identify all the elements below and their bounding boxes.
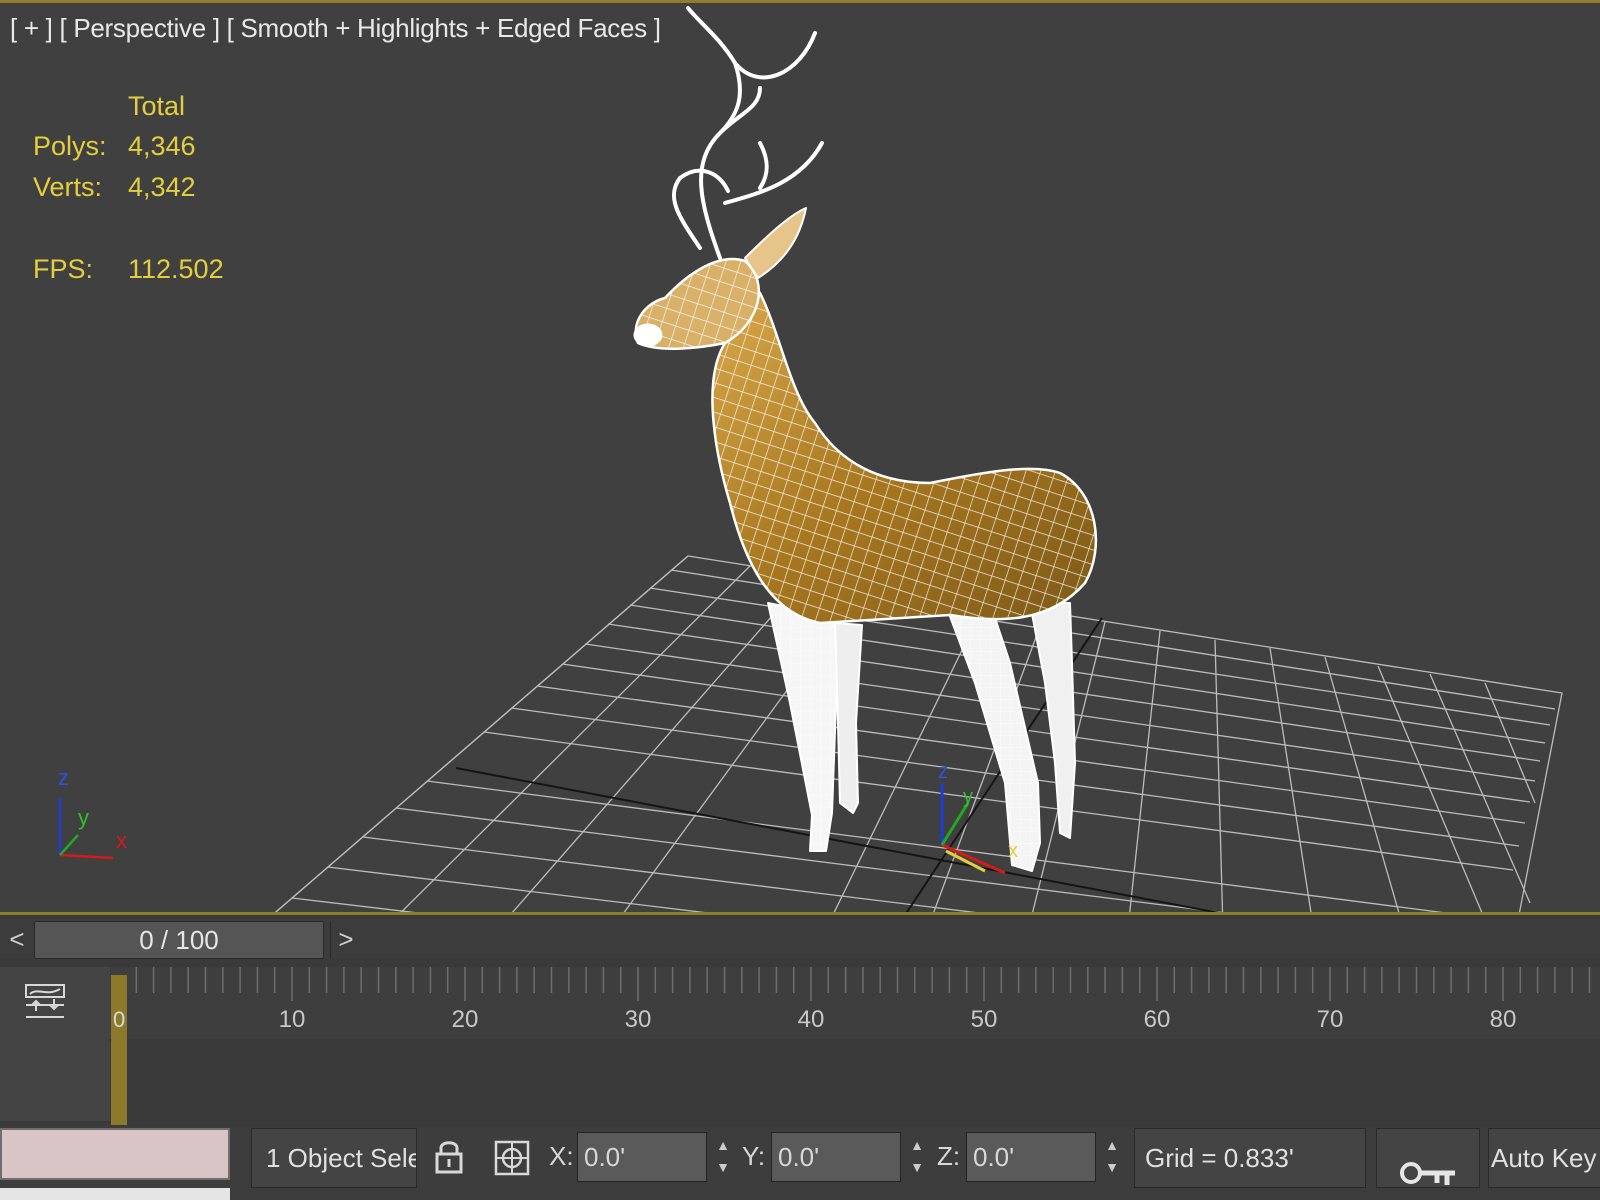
- selection-status: 1 Object Sele: [251, 1128, 417, 1188]
- time-slider-row: < 0 / 100 >: [0, 919, 1600, 959]
- y-coord-label: Y:: [742, 1141, 766, 1171]
- y-coord-field[interactable]: 0.0': [771, 1132, 901, 1182]
- gizmo-z-label: z: [938, 761, 948, 783]
- maxscript-listener[interactable]: [0, 1128, 230, 1180]
- transform-gizmo: [940, 783, 1006, 875]
- stats-verts-label: Verts:: [33, 172, 103, 202]
- z-coord-field[interactable]: 0.0': [966, 1132, 1096, 1182]
- x-coord-spinner[interactable]: ▲ ▼: [714, 1134, 732, 1180]
- gizmo-y-label: y: [963, 786, 973, 808]
- ruler-tick-label: 60: [1144, 1006, 1171, 1033]
- stats-polys-value: 4,346: [128, 131, 196, 161]
- stats-verts-value: 4,342: [128, 172, 196, 202]
- ruler-tick-label: 70: [1317, 1006, 1344, 1033]
- lock-icon[interactable]: [432, 1138, 466, 1176]
- perspective-viewport[interactable]: z y x z y x [ + ] [ Perspective ] [ Smoo…: [0, 0, 1600, 912]
- set-key-panel[interactable]: [1376, 1128, 1480, 1188]
- x-coord-field[interactable]: 0.0': [577, 1132, 707, 1182]
- ruler-tick-label: 20: [452, 1006, 479, 1033]
- status-bar: 1 Object Sele X: 0.0' ▲ ▼ Y: 0.0' ▲ ▼ Z: 0…: [0, 1126, 1600, 1200]
- stats-fps-value: 112.502: [128, 254, 224, 284]
- x-coord-label: X:: [549, 1141, 574, 1171]
- grid-size-display: Grid = 0.833': [1134, 1128, 1366, 1188]
- stats-total-header: Total: [128, 91, 186, 121]
- z-coord-label: Z:: [937, 1141, 961, 1171]
- tripod-x-label: x: [116, 828, 127, 853]
- track-bar-left-panel: [0, 967, 110, 1121]
- gizmo-x-label: x: [1008, 840, 1018, 862]
- stats-polys-label: Polys:: [33, 131, 107, 161]
- ruler-tick-label: 10: [279, 1006, 306, 1033]
- track-bar[interactable]: 10 20 30 40 50 60 70 80: [0, 967, 1600, 1041]
- auto-key-button[interactable]: Auto Key: [1488, 1128, 1600, 1188]
- y-coord-spinner[interactable]: ▲ ▼: [908, 1134, 926, 1180]
- key-strip[interactable]: [112, 1039, 1600, 1121]
- z-coord-spinner[interactable]: ▲ ▼: [1103, 1134, 1121, 1180]
- absolute-mode-icon[interactable]: [492, 1138, 532, 1178]
- time-slider[interactable]: 0 / 100: [34, 921, 324, 959]
- ruler-tick-label: 80: [1490, 1006, 1517, 1033]
- tripod-y-label: y: [78, 805, 89, 830]
- scene-render: z y x z y x: [58, 6, 1563, 912]
- ruler-tick-label: 50: [971, 1006, 998, 1033]
- current-frame-marker[interactable]: 0: [111, 975, 127, 1125]
- stats-fps-label: FPS:: [33, 254, 94, 284]
- key-icon[interactable]: [1399, 1161, 1459, 1188]
- ruler-tick-label: 30: [625, 1006, 652, 1033]
- current-frame-label: 0: [113, 1007, 126, 1032]
- curve-editor-icon[interactable]: [24, 981, 68, 1025]
- ruler-tick-label: 40: [798, 1006, 825, 1033]
- tripod-z-label: z: [58, 765, 69, 790]
- prev-frame-button[interactable]: <: [2, 921, 32, 959]
- deer-model: [633, 6, 1098, 872]
- next-frame-button[interactable]: >: [330, 921, 361, 959]
- maxscript-output[interactable]: [0, 1188, 230, 1200]
- frame-ruler[interactable]: 10 20 30 40 50 60 70 80: [0, 967, 1600, 1039]
- viewport-label-menu[interactable]: [ + ] [ Perspective ] [ Smooth + Highlig…: [10, 13, 661, 44]
